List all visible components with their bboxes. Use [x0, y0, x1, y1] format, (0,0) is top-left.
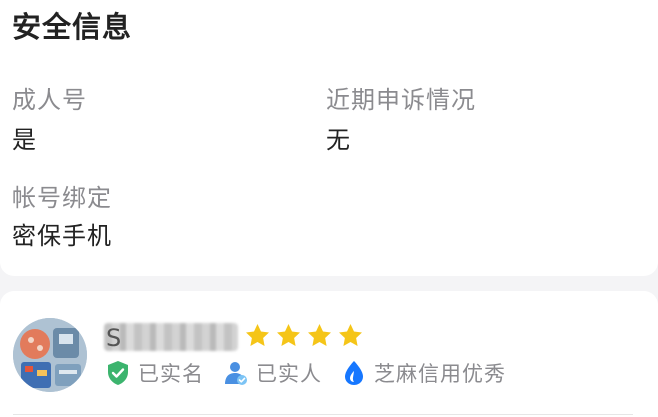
star-icon — [308, 324, 331, 346]
recent-appeal-value: 无 — [326, 126, 351, 154]
account-binding-label: 帐号绑定 — [12, 184, 112, 212]
sesame-credit-icon — [345, 361, 363, 385]
avatar[interactable] — [13, 318, 87, 392]
badge-sesame-credit: 芝麻信用优秀 — [342, 358, 506, 388]
shield-check-icon — [108, 361, 128, 385]
badge-label: 已实名 — [138, 362, 204, 386]
star-icon — [339, 324, 362, 346]
security-info-card: 安全信息 成人号 是 近期申诉情况 无 帐号绑定 密保手机 — [0, 0, 658, 276]
divider — [13, 414, 633, 415]
recent-appeal-label: 近期申诉情况 — [326, 86, 476, 114]
badge-real-person: 已实人 — [224, 358, 322, 388]
page: 安全信息 成人号 是 近期申诉情况 无 帐号绑定 密保手机 S 已实名 已实人 … — [0, 0, 658, 417]
star-icon — [246, 324, 269, 346]
section-title: 安全信息 — [12, 10, 133, 44]
badge-label: 芝麻信用优秀 — [374, 362, 506, 386]
badge-real-name: 已实名 — [106, 358, 204, 388]
username-initial: S — [106, 324, 122, 352]
person-check-icon — [225, 362, 247, 385]
seller-profile-card — [0, 291, 658, 417]
account-binding-value: 密保手机 — [12, 222, 112, 250]
badge-label: 已实人 — [256, 362, 322, 386]
verification-badges: 已实名 已实人 芝麻信用优秀 — [106, 358, 526, 388]
username[interactable]: S — [104, 323, 240, 353]
adult-account-value: 是 — [12, 126, 37, 154]
star-icon — [277, 324, 300, 346]
star-rating — [244, 322, 364, 352]
masked-username — [104, 323, 238, 351]
adult-account-label: 成人号 — [12, 86, 87, 114]
